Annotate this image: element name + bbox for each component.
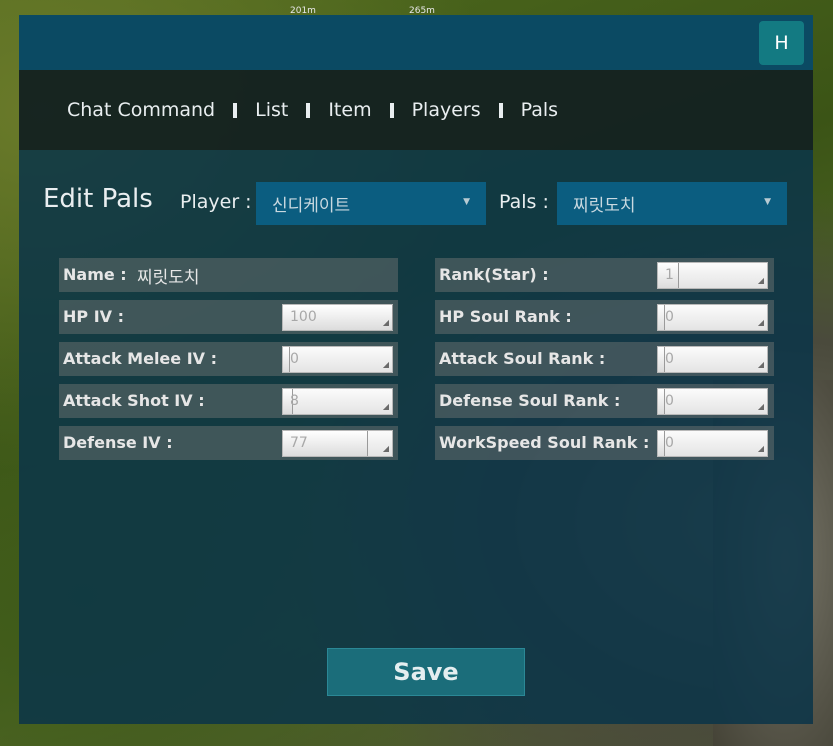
player-dropdown-value: 신디케이트 [272,196,351,216]
resize-grip-icon: ◢ [757,444,764,453]
nav-list[interactable]: List [255,99,288,121]
page-title: Edit Pals [43,184,153,214]
title-bar: H [19,15,813,70]
defense-iv-row: Defense IV : 77 ◢ [59,426,398,460]
hp-iv-value: 100 [290,309,317,325]
attack-shot-iv-row: Attack Shot IV : 8 ◢ [59,384,398,418]
defense-soul-rank-label: Defense Soul Rank : [439,391,621,410]
workspeed-soul-rank-label: WorkSpeed Soul Rank : [439,433,650,452]
pals-label: Pals : [499,191,549,213]
resize-grip-icon: ◢ [382,402,389,411]
attack-soul-rank-value: 0 [665,351,674,367]
attack-shot-iv-label: Attack Shot IV : [63,391,205,410]
defense-iv-label: Defense IV : [63,433,173,452]
nav-players[interactable]: Players [412,99,481,121]
attack-melee-iv-row: Attack Melee IV : 0 ◢ [59,342,398,376]
rank-star-row: Rank(Star) : 1 ◢ [435,258,774,292]
attack-soul-rank-input[interactable]: 0 ◢ [657,346,768,373]
workspeed-soul-rank-row: WorkSpeed Soul Rank : 0 ◢ [435,426,774,460]
nav-bar: Chat Command List Item Players Pals [19,70,813,150]
attack-soul-rank-label: Attack Soul Rank : [439,349,606,368]
nav-separator [498,102,503,118]
resize-grip-icon: ◢ [382,444,389,453]
rank-star-value: 1 [665,267,674,283]
defense-soul-rank-value: 0 [665,393,674,409]
nav-separator [306,102,311,118]
defense-soul-rank-fill [658,389,665,414]
name-row: Name : 찌릿도치 [59,258,398,292]
defense-soul-rank-row: Defense Soul Rank : 0 ◢ [435,384,774,418]
rank-star-input[interactable]: 1 ◢ [657,262,768,289]
nav-separator [233,102,238,118]
hp-soul-rank-row: HP Soul Rank : 0 ◢ [435,300,774,334]
attack-shot-iv-input[interactable]: 8 ◢ [282,388,393,415]
resize-grip-icon: ◢ [757,318,764,327]
name-value: 찌릿도치 [137,268,200,288]
nav-item[interactable]: Item [328,99,371,121]
defense-iv-value: 77 [290,435,308,451]
hp-soul-rank-label: HP Soul Rank : [439,307,572,326]
resize-grip-icon: ◢ [382,360,389,369]
chevron-down-icon: ▼ [764,197,771,207]
pals-dropdown[interactable]: 찌릿도치 ▼ [557,182,787,225]
nav-separator [389,102,394,118]
name-label: Name : [63,265,127,284]
hp-iv-input[interactable]: 100 ◢ [282,304,393,331]
resize-grip-icon: ◢ [382,318,389,327]
hp-soul-rank-input[interactable]: 0 ◢ [657,304,768,331]
attack-melee-iv-label: Attack Melee IV : [63,349,218,368]
hp-soul-rank-value: 0 [665,309,674,325]
defense-iv-input[interactable]: 77 ◢ [282,430,393,457]
chevron-down-icon: ▼ [463,197,470,207]
workspeed-soul-rank-value: 0 [665,435,674,451]
user-button[interactable]: H [759,21,804,65]
resize-grip-icon: ◢ [757,402,764,411]
attack-soul-rank-fill [658,347,665,372]
attack-melee-iv-input[interactable]: 0 ◢ [282,346,393,373]
attack-melee-iv-value: 0 [290,351,299,367]
resize-grip-icon: ◢ [757,360,764,369]
workspeed-soul-rank-input[interactable]: 0 ◢ [657,430,768,457]
pals-dropdown-value: 찌릿도치 [573,196,636,216]
attack-shot-iv-value: 8 [290,393,299,409]
attack-melee-iv-fill [283,347,290,372]
save-button[interactable]: Save [327,648,525,696]
resize-grip-icon: ◢ [757,276,764,285]
defense-soul-rank-input[interactable]: 0 ◢ [657,388,768,415]
hp-iv-row: HP IV : 100 ◢ [59,300,398,334]
workspeed-soul-rank-fill [658,431,665,456]
player-dropdown[interactable]: 신디케이트 ▼ [256,182,486,225]
edit-pals-window: H Chat Command List Item Players Pals Ed… [19,15,813,724]
hp-soul-rank-fill [658,305,665,330]
nav-chat-command[interactable]: Chat Command [67,99,215,121]
hp-iv-label: HP IV : [63,307,124,326]
attack-soul-rank-row: Attack Soul Rank : 0 ◢ [435,342,774,376]
player-label: Player : [180,191,252,213]
rank-star-label: Rank(Star) : [439,265,549,284]
nav-pals[interactable]: Pals [521,99,558,121]
